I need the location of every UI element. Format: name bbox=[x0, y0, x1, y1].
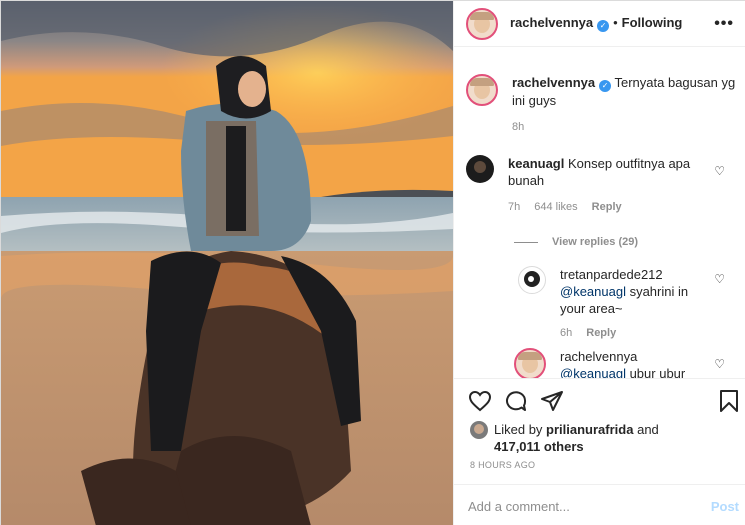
view-replies-button[interactable]: View replies (29) bbox=[514, 236, 638, 248]
post-header: rachelvennya ✓ • Following ••• bbox=[454, 1, 745, 47]
view-replies-label: View replies (29) bbox=[552, 236, 639, 248]
add-comment-bar: Add a comment... Post bbox=[454, 484, 745, 525]
comment-likes[interactable]: 644 likes bbox=[534, 201, 577, 213]
post-modal: rachelvennya ✓ • Following ••• rachelvennya… bbox=[0, 0, 745, 525]
verified-icon: ✓ bbox=[597, 20, 610, 32]
reply-time[interactable]: 6h bbox=[560, 327, 572, 339]
following-button[interactable]: Following bbox=[622, 15, 683, 30]
heart-icon[interactable] bbox=[468, 389, 492, 413]
liker-username[interactable]: prilianurafrida bbox=[546, 422, 633, 437]
reply-item: rachelvennya @keanuagl ubur ubur bbox=[514, 348, 710, 378]
reply-avatar[interactable] bbox=[518, 266, 546, 294]
reply-mention[interactable]: @keanuagl bbox=[560, 284, 626, 299]
comment-input[interactable]: Add a comment... bbox=[468, 499, 570, 514]
reply-mention[interactable]: @keanuagl bbox=[560, 366, 626, 378]
action-bar bbox=[454, 378, 745, 422]
comments-list: rachelvennya ✓ Ternyata bagusan yg ini gu… bbox=[454, 48, 745, 378]
caption-time[interactable]: 8h bbox=[512, 121, 524, 133]
author-username[interactable]: rachelvennya bbox=[510, 15, 593, 30]
reply-button[interactable]: Reply bbox=[586, 327, 616, 339]
reply-button[interactable]: Reply bbox=[592, 201, 622, 213]
likes-summary: Liked by prilianurafrida and 417,011 oth… bbox=[470, 421, 659, 455]
more-icon[interactable]: ••• bbox=[714, 15, 734, 33]
post-photo[interactable] bbox=[1, 1, 453, 525]
verified-icon: ✓ bbox=[599, 80, 612, 92]
liker-avatar[interactable] bbox=[470, 421, 488, 439]
comment-heart-icon[interactable]: ♡ bbox=[714, 164, 725, 178]
post-timestamp[interactable]: 8 HOURS AGO bbox=[470, 460, 535, 470]
beach-horse-photo bbox=[1, 1, 453, 525]
comment-item: keanuagl Konsep outfitnya apa bunah 7h 64… bbox=[466, 155, 711, 216]
post-button[interactable]: Post bbox=[711, 499, 739, 514]
view-replies-line bbox=[514, 241, 538, 243]
likes-count[interactable]: 417,011 others bbox=[494, 439, 584, 454]
bookmark-icon[interactable] bbox=[718, 389, 740, 413]
post-sidebar: rachelvennya ✓ • Following ••• rachelvennya… bbox=[453, 1, 745, 525]
commenter-avatar[interactable] bbox=[466, 155, 494, 183]
reply-avatar[interactable] bbox=[514, 348, 546, 378]
reply-heart-icon[interactable]: ♡ bbox=[714, 272, 725, 286]
caption-avatar[interactable] bbox=[466, 74, 498, 106]
comment-time[interactable]: 7h bbox=[508, 201, 520, 213]
caption: rachelvennya ✓ Ternyata bagusan yg ini gu… bbox=[466, 74, 745, 136]
author-avatar[interactable] bbox=[466, 7, 498, 40]
share-icon[interactable] bbox=[540, 389, 564, 413]
reply-username[interactable]: tretanpardede212 bbox=[560, 267, 663, 282]
caption-username[interactable]: rachelvennya bbox=[512, 75, 595, 90]
comment-icon[interactable] bbox=[504, 389, 528, 413]
likes-prefix: Liked by bbox=[494, 422, 543, 437]
likes-suffix: and bbox=[637, 422, 659, 437]
reply-username[interactable]: rachelvennya bbox=[560, 349, 637, 364]
reply-item: tretanpardede212 @keanuagl syahrini in y… bbox=[518, 266, 710, 342]
reply-text: ubur ubur bbox=[625, 366, 686, 378]
comment-username[interactable]: keanuagl bbox=[508, 156, 564, 171]
header-separator: • bbox=[613, 15, 618, 30]
reply-heart-icon[interactable]: ♡ bbox=[714, 357, 725, 371]
